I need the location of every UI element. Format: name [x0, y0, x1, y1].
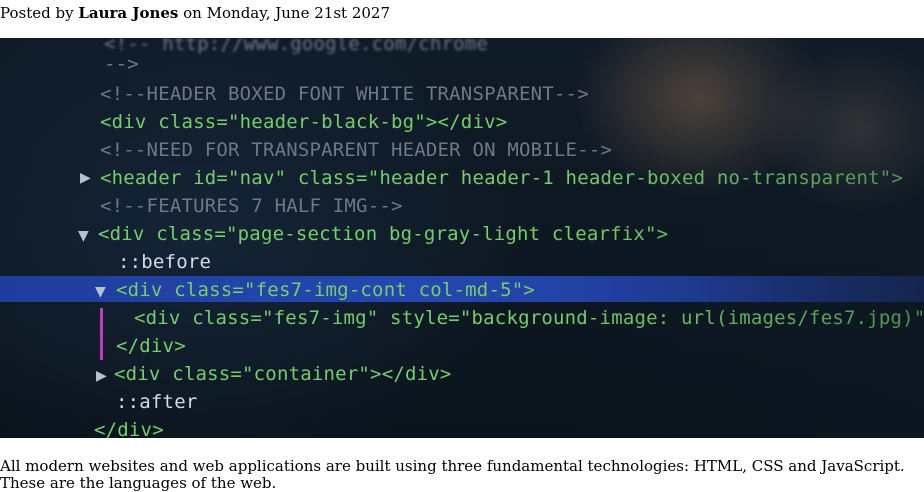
indent-guide	[100, 308, 103, 360]
hero-image: <!-- http://www.google.com/chrome --> <!…	[0, 38, 924, 438]
post-meta: Posted by Laura Jones on Monday, June 21…	[0, 4, 924, 22]
intro-paragraph: All modern websites and web applications…	[0, 457, 905, 492]
code-line-14: ::after	[116, 391, 198, 413]
collapse-right-icon: ▶	[80, 170, 91, 186]
code-line-8: <div class="page-section bg-gray-light c…	[98, 223, 669, 245]
date-prefix: on	[183, 4, 202, 22]
expand-down-icon: ▼	[95, 284, 106, 300]
post-date: Monday, June 21st 2027	[206, 4, 390, 22]
code-line-3: <!--HEADER BOXED FONT WHITE TRANSPARENT-…	[100, 83, 589, 105]
code-line-15: </div>	[94, 419, 164, 438]
code-line-5: <!--NEED FOR TRANSPARENT HEADER ON MOBIL…	[100, 139, 613, 161]
code-line-13: <div class="container"></div>	[114, 363, 452, 385]
code-line-4: <div class="header-black-bg"></div>	[100, 111, 508, 133]
posted-by-label: Posted by	[0, 4, 74, 22]
code-line-1: <!-- http://www.google.com/chrome	[104, 38, 489, 55]
expand-down-icon: ▼	[78, 228, 89, 244]
author-name: Laura Jones	[78, 4, 179, 22]
collapse-right-icon: ▶	[96, 368, 107, 384]
code-line-7: <!--FEATURES 7 HALF IMG-->	[100, 195, 403, 217]
code-line-11: <div class="fes7-img" style="background-…	[134, 307, 924, 329]
code-line-9: ::before	[118, 251, 212, 273]
code-line-6: <header id="nav" class="header header-1 …	[100, 167, 904, 189]
code-line-12: </div>	[116, 335, 186, 357]
code-line-2: -->	[104, 53, 139, 75]
code-line-10: <div class="fes7-img-cont col-md-5">	[116, 279, 536, 301]
